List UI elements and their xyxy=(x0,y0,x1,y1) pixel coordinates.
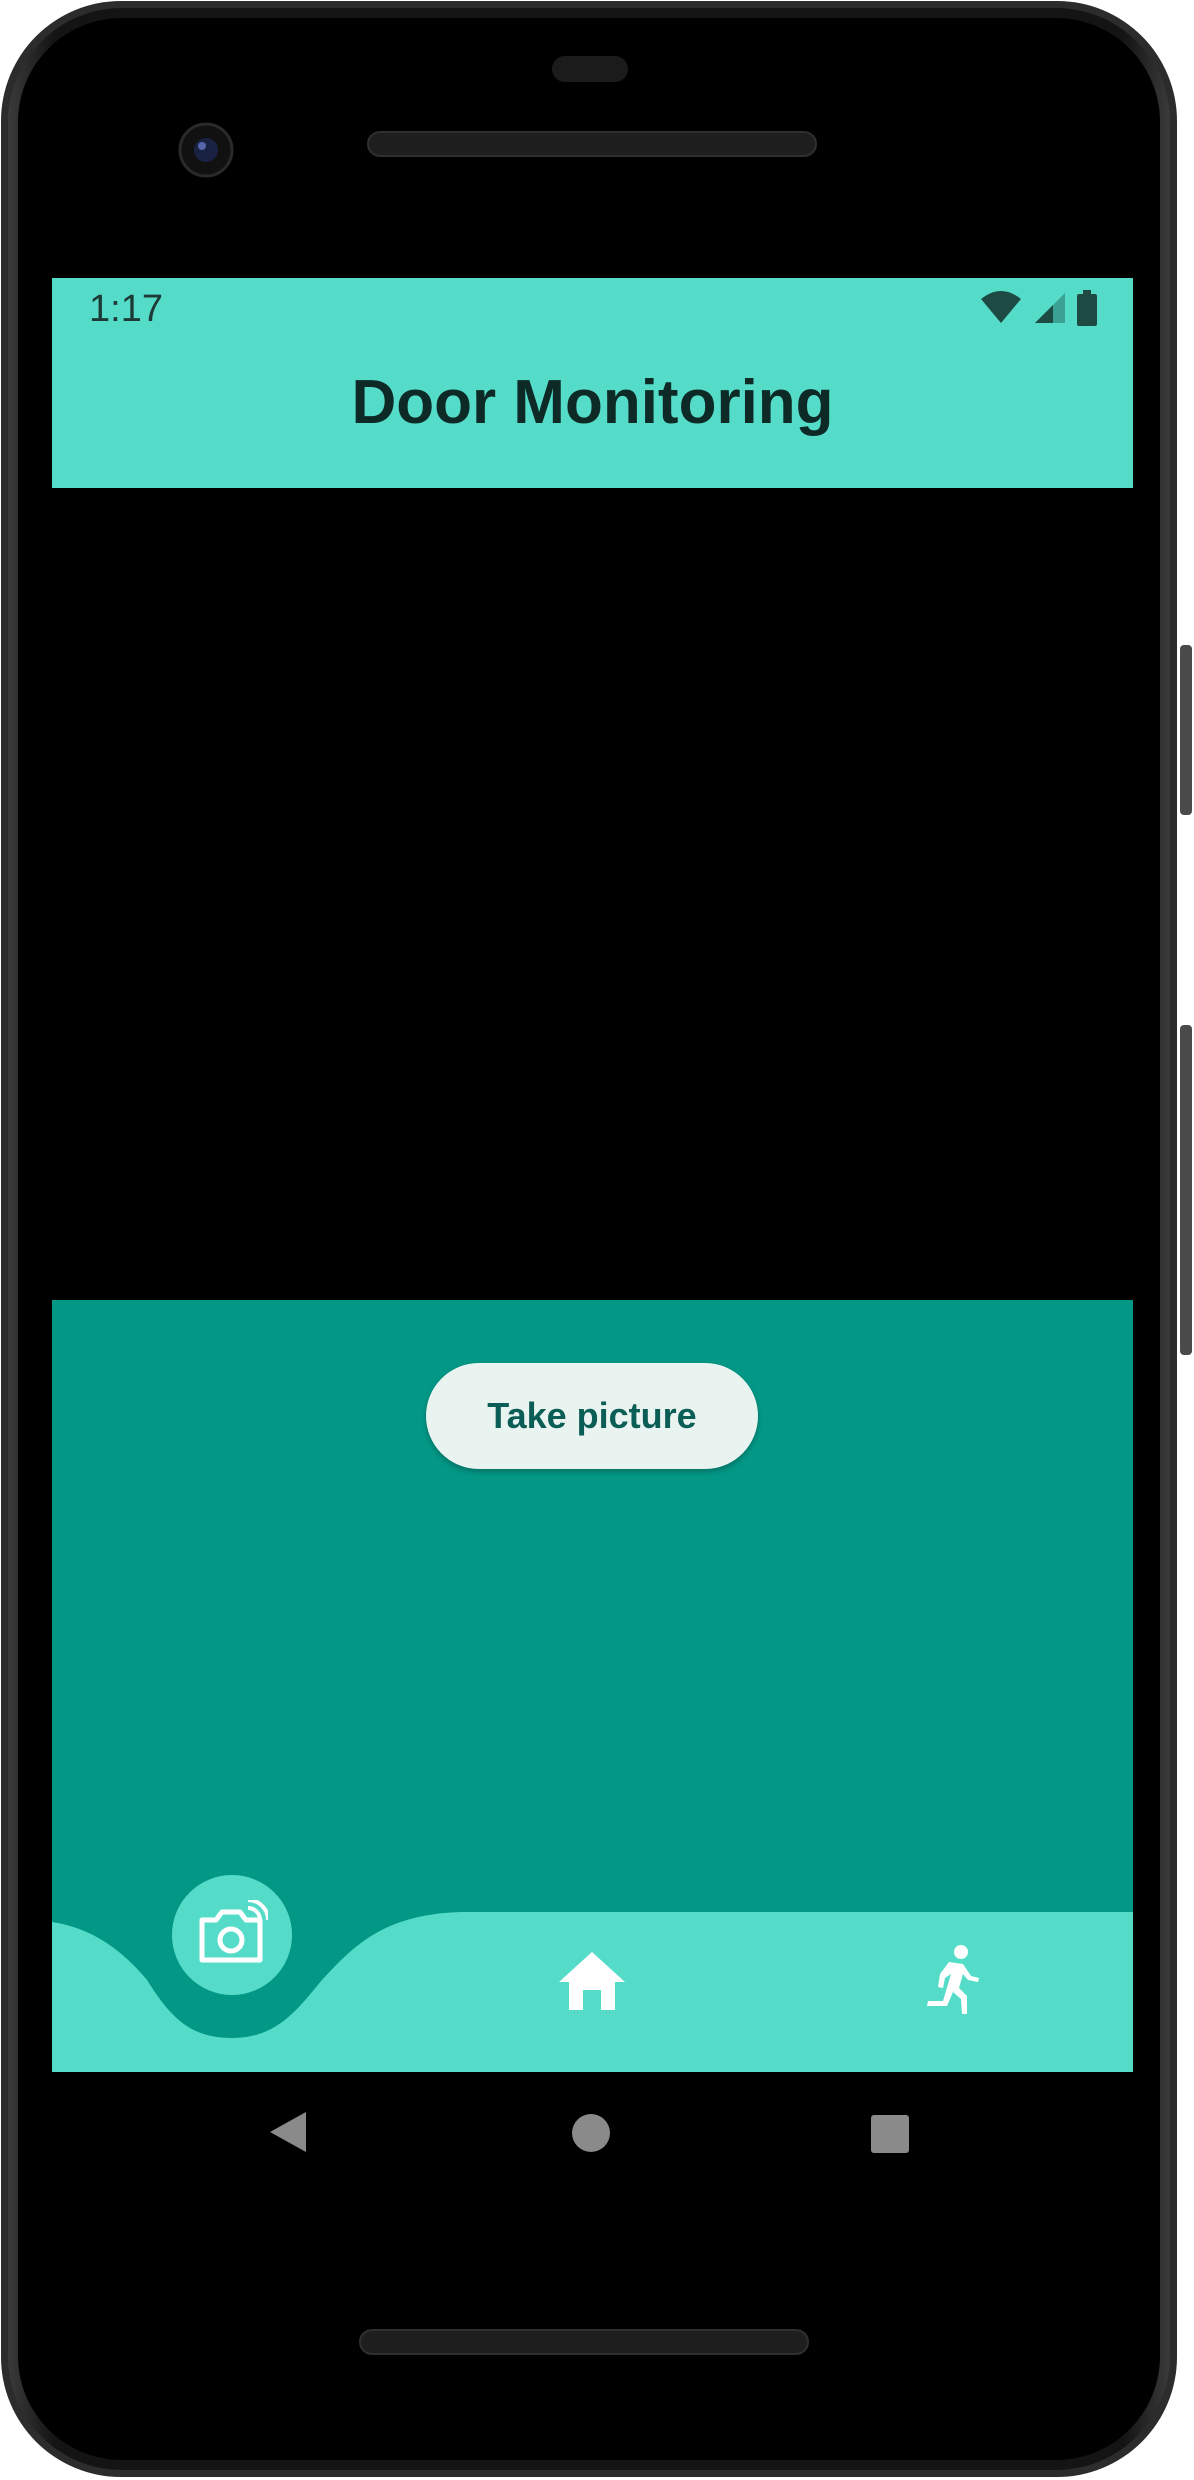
nav-activity-button[interactable] xyxy=(918,1942,988,2022)
nav-camera-button[interactable] xyxy=(172,1875,292,1995)
back-icon[interactable] xyxy=(268,2110,308,2159)
nav-home-button[interactable] xyxy=(556,1950,628,2016)
running-person-icon xyxy=(923,1944,983,2021)
take-picture-button[interactable]: Take picture xyxy=(426,1363,758,1469)
home-icon xyxy=(557,1950,627,2017)
camera-preview xyxy=(52,488,1133,1300)
status-bar: 1:17 xyxy=(52,278,1133,342)
home-circle-icon[interactable] xyxy=(570,2112,612,2159)
phone-device: 1:17 Door Monitoring Take picture xyxy=(0,0,1194,2480)
wifi-icon xyxy=(979,291,1023,330)
page-title: Door Monitoring xyxy=(351,367,834,437)
status-icons xyxy=(979,290,1097,331)
status-time: 1:17 xyxy=(89,288,163,330)
system-nav-bar xyxy=(0,2072,1194,2202)
battery-icon xyxy=(1077,290,1097,331)
bottom-nav xyxy=(52,1875,1133,2072)
recents-icon[interactable] xyxy=(870,2114,910,2159)
camera-icon xyxy=(196,1897,270,1971)
app-bar: Door Monitoring xyxy=(52,342,1133,488)
cell-signal-icon xyxy=(1033,291,1067,330)
app-screen: 1:17 Door Monitoring Take picture xyxy=(52,278,1133,2072)
